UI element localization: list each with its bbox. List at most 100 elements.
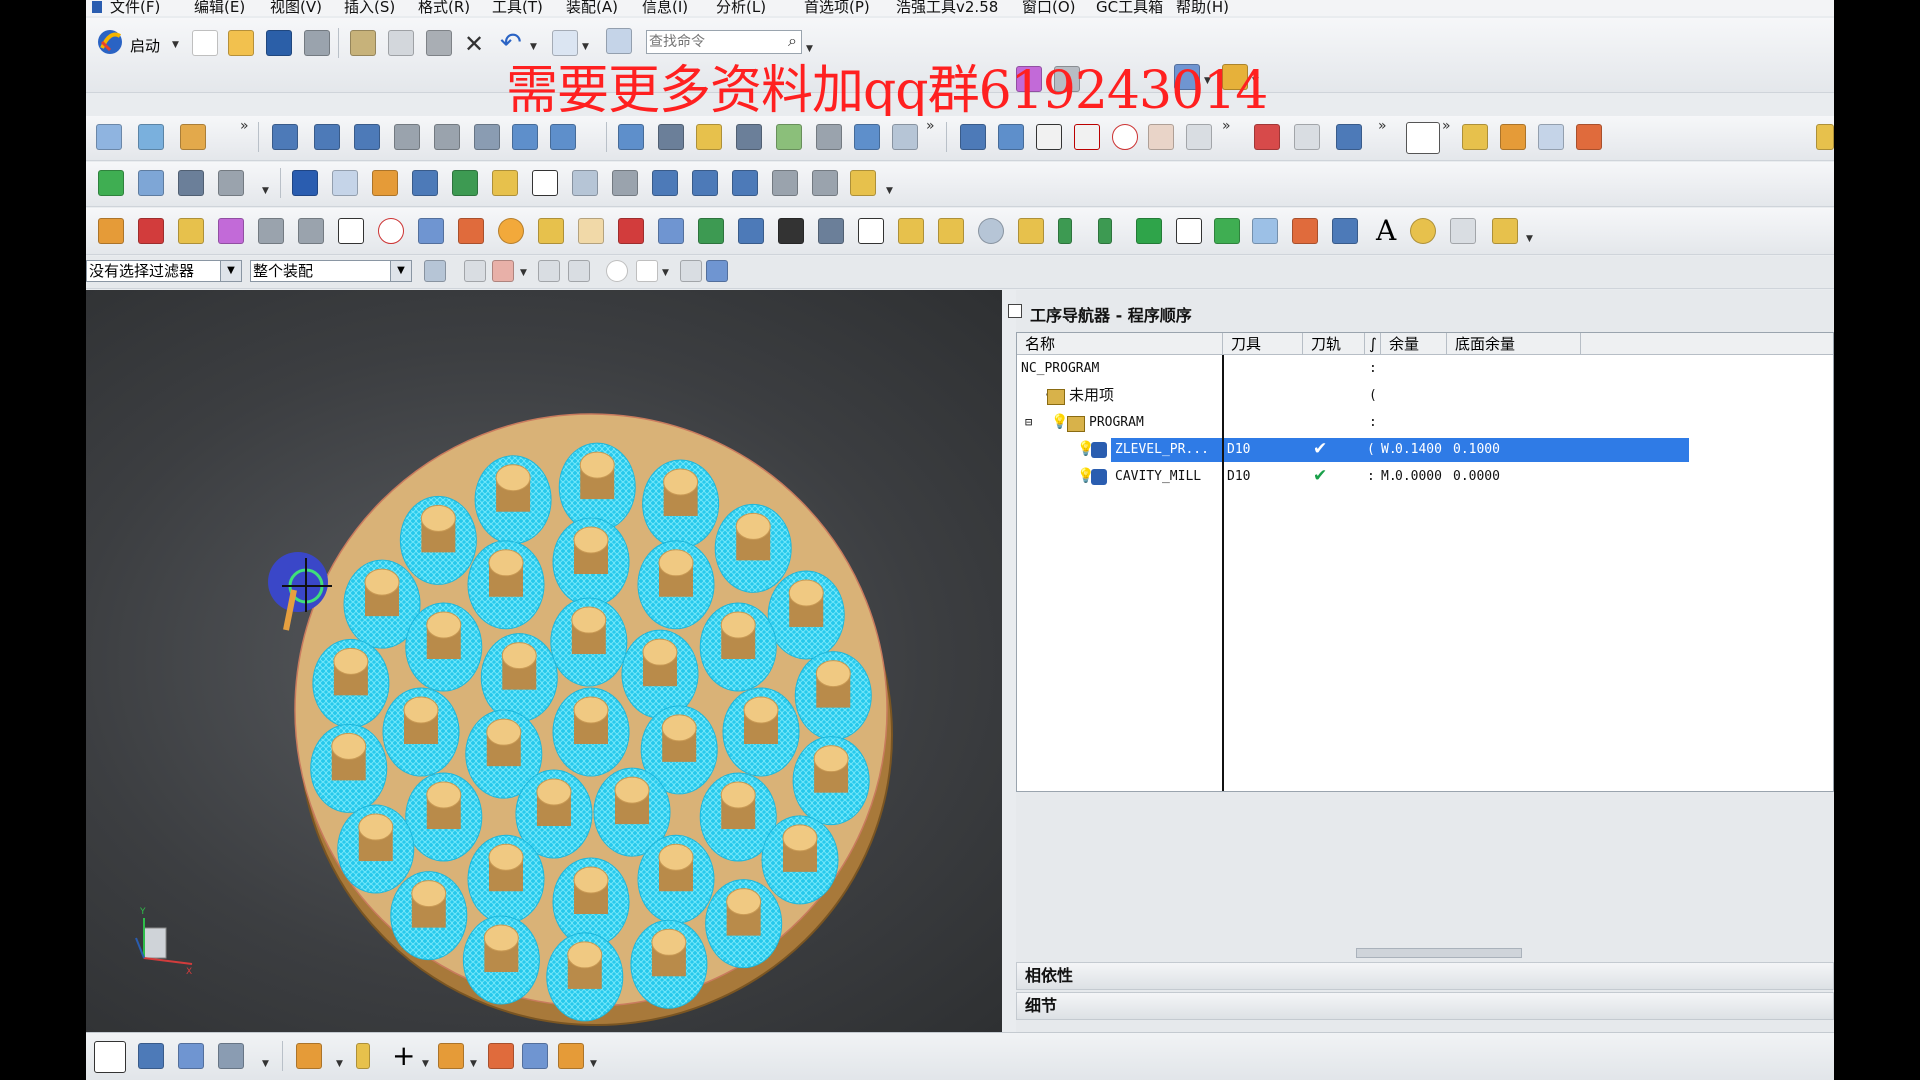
order-icon[interactable]: [812, 170, 838, 196]
render-icon[interactable]: [1410, 218, 1436, 244]
boundary-icon[interactable]: [1186, 124, 1212, 150]
program-order-view-icon[interactable]: [272, 124, 298, 150]
column-stock[interactable]: 余量: [1381, 333, 1447, 355]
menu-analysis[interactable]: 分析(L): [716, 0, 766, 15]
column-toolpath[interactable]: 刀轨: [1303, 333, 1365, 355]
point-icon[interactable]: [378, 218, 404, 244]
start-button[interactable]: 启动: [130, 35, 160, 56]
holder-icon[interactable]: [572, 170, 598, 196]
battery-icon[interactable]: [1058, 218, 1072, 244]
box-select-icon[interactable]: [636, 260, 658, 282]
menu-info[interactable]: 信息(I): [642, 0, 688, 15]
arrange-icon[interactable]: [218, 170, 244, 196]
clip-icon[interactable]: [356, 1043, 370, 1069]
fit-view-icon[interactable]: [94, 1041, 126, 1073]
machine-tool-view-icon[interactable]: [314, 124, 340, 150]
row-nc-program[interactable]: NC_PROGRAM :: [1017, 355, 1833, 382]
filter-settings-icon[interactable]: [424, 260, 446, 282]
blend-icon[interactable]: [538, 218, 564, 244]
analyze-icon[interactable]: [1214, 218, 1240, 244]
toolpath-scene[interactable]: Y X: [86, 290, 1002, 1032]
mirror-icon[interactable]: [898, 218, 924, 244]
menu-insert[interactable]: 插入(S): [344, 0, 395, 15]
curve-tool-icon[interactable]: [850, 170, 876, 196]
drag-icon[interactable]: [568, 260, 590, 282]
text-icon[interactable]: A: [1376, 214, 1396, 247]
machine-simulation-icon[interactable]: [696, 124, 722, 150]
toolpath-edit-icon[interactable]: [960, 124, 986, 150]
stock-icon[interactable]: [652, 170, 678, 196]
menu-assembly[interactable]: 装配(A): [566, 0, 618, 15]
section-icon[interactable]: [1036, 124, 1062, 150]
replay-icon[interactable]: [550, 124, 576, 150]
menu-format[interactable]: 格式(R): [418, 0, 470, 15]
template-icon[interactable]: [332, 170, 358, 196]
menu-window[interactable]: 窗口(O): [1022, 0, 1076, 15]
feature-icon[interactable]: [1462, 124, 1488, 150]
copy-icon[interactable]: [388, 30, 414, 56]
report-icon[interactable]: [372, 170, 398, 196]
graphics-viewport[interactable]: Y X: [86, 290, 1002, 1032]
pad-icon[interactable]: [298, 218, 324, 244]
grid-icon[interactable]: [1450, 218, 1476, 244]
shell-icon[interactable]: [658, 218, 684, 244]
block-icon[interactable]: [418, 218, 444, 244]
ipw-icon[interactable]: [1074, 124, 1100, 150]
select-point-icon[interactable]: [492, 260, 514, 282]
feedrate-icon[interactable]: [1254, 124, 1280, 150]
cube-icon[interactable]: [1018, 218, 1044, 244]
cylinder-icon[interactable]: [978, 218, 1004, 244]
kg-icon[interactable]: [618, 218, 644, 244]
layer-icon[interactable]: [138, 170, 164, 196]
color-icon[interactable]: [458, 218, 484, 244]
tool-library-icon[interactable]: [492, 170, 518, 196]
menu-file[interactable]: 文件(F): [110, 0, 160, 15]
revolve-icon[interactable]: [178, 218, 204, 244]
datum-icon[interactable]: [338, 218, 364, 244]
subtract-icon[interactable]: [1332, 218, 1358, 244]
nx-start-icon[interactable]: [96, 28, 124, 56]
select-toolpath-icon[interactable]: [1336, 124, 1362, 150]
shade-icon[interactable]: [522, 1043, 548, 1069]
row-program[interactable]: ⊟ 💡 PROGRAM :: [1017, 409, 1833, 436]
new-file-icon[interactable]: [192, 30, 218, 56]
horizontal-scrollbar[interactable]: [1356, 948, 1522, 958]
sphere-icon[interactable]: [498, 218, 524, 244]
curve-icon[interactable]: [1148, 124, 1174, 150]
create-program-icon[interactable]: [96, 124, 122, 150]
table-icon[interactable]: [778, 218, 804, 244]
layer-view-icon[interactable]: [438, 1043, 464, 1069]
offset-icon[interactable]: [858, 218, 884, 244]
toolpath-list-icon[interactable]: [998, 124, 1024, 150]
orient-icon[interactable]: [488, 1043, 514, 1069]
column-tool[interactable]: 刀具: [1223, 333, 1303, 355]
extra-icon[interactable]: [1816, 124, 1834, 150]
shaded-icon[interactable]: [706, 260, 728, 282]
method-view-icon[interactable]: [394, 124, 420, 150]
face-icon[interactable]: [532, 170, 558, 196]
extrude-icon[interactable]: [138, 218, 164, 244]
column-floor-stock[interactable]: 底面余量: [1447, 333, 1581, 355]
non-cutting-icon[interactable]: [1294, 124, 1320, 150]
menu-gc-toolkit[interactable]: GC工具箱: [1096, 0, 1163, 15]
menu-view[interactable]: 视图(V): [270, 0, 322, 15]
geometry-view-icon[interactable]: [354, 124, 380, 150]
wizard-icon[interactable]: [1492, 218, 1518, 244]
add-icon[interactable]: +: [392, 1039, 415, 1072]
rectangle-icon[interactable]: [1136, 218, 1162, 244]
assembly-scope-combo[interactable]: 整个装配 ▼: [250, 260, 412, 282]
boss-icon[interactable]: [258, 218, 284, 244]
pan-icon[interactable]: [218, 1043, 244, 1069]
batch-process-icon[interactable]: [816, 124, 842, 150]
more-edit-icon[interactable]: »: [1222, 118, 1231, 134]
start-dropdown-icon[interactable]: ▼: [172, 40, 179, 50]
center-icon[interactable]: [606, 260, 628, 282]
create-geometry-icon[interactable]: [180, 124, 206, 150]
trim-icon[interactable]: [698, 218, 724, 244]
pattern-icon[interactable]: [938, 218, 964, 244]
body-icon[interactable]: [1292, 218, 1318, 244]
copy-op-icon[interactable]: [452, 170, 478, 196]
print-icon[interactable]: [304, 30, 330, 56]
rotate-icon[interactable]: [178, 1043, 204, 1069]
model-icon[interactable]: [1500, 124, 1526, 150]
